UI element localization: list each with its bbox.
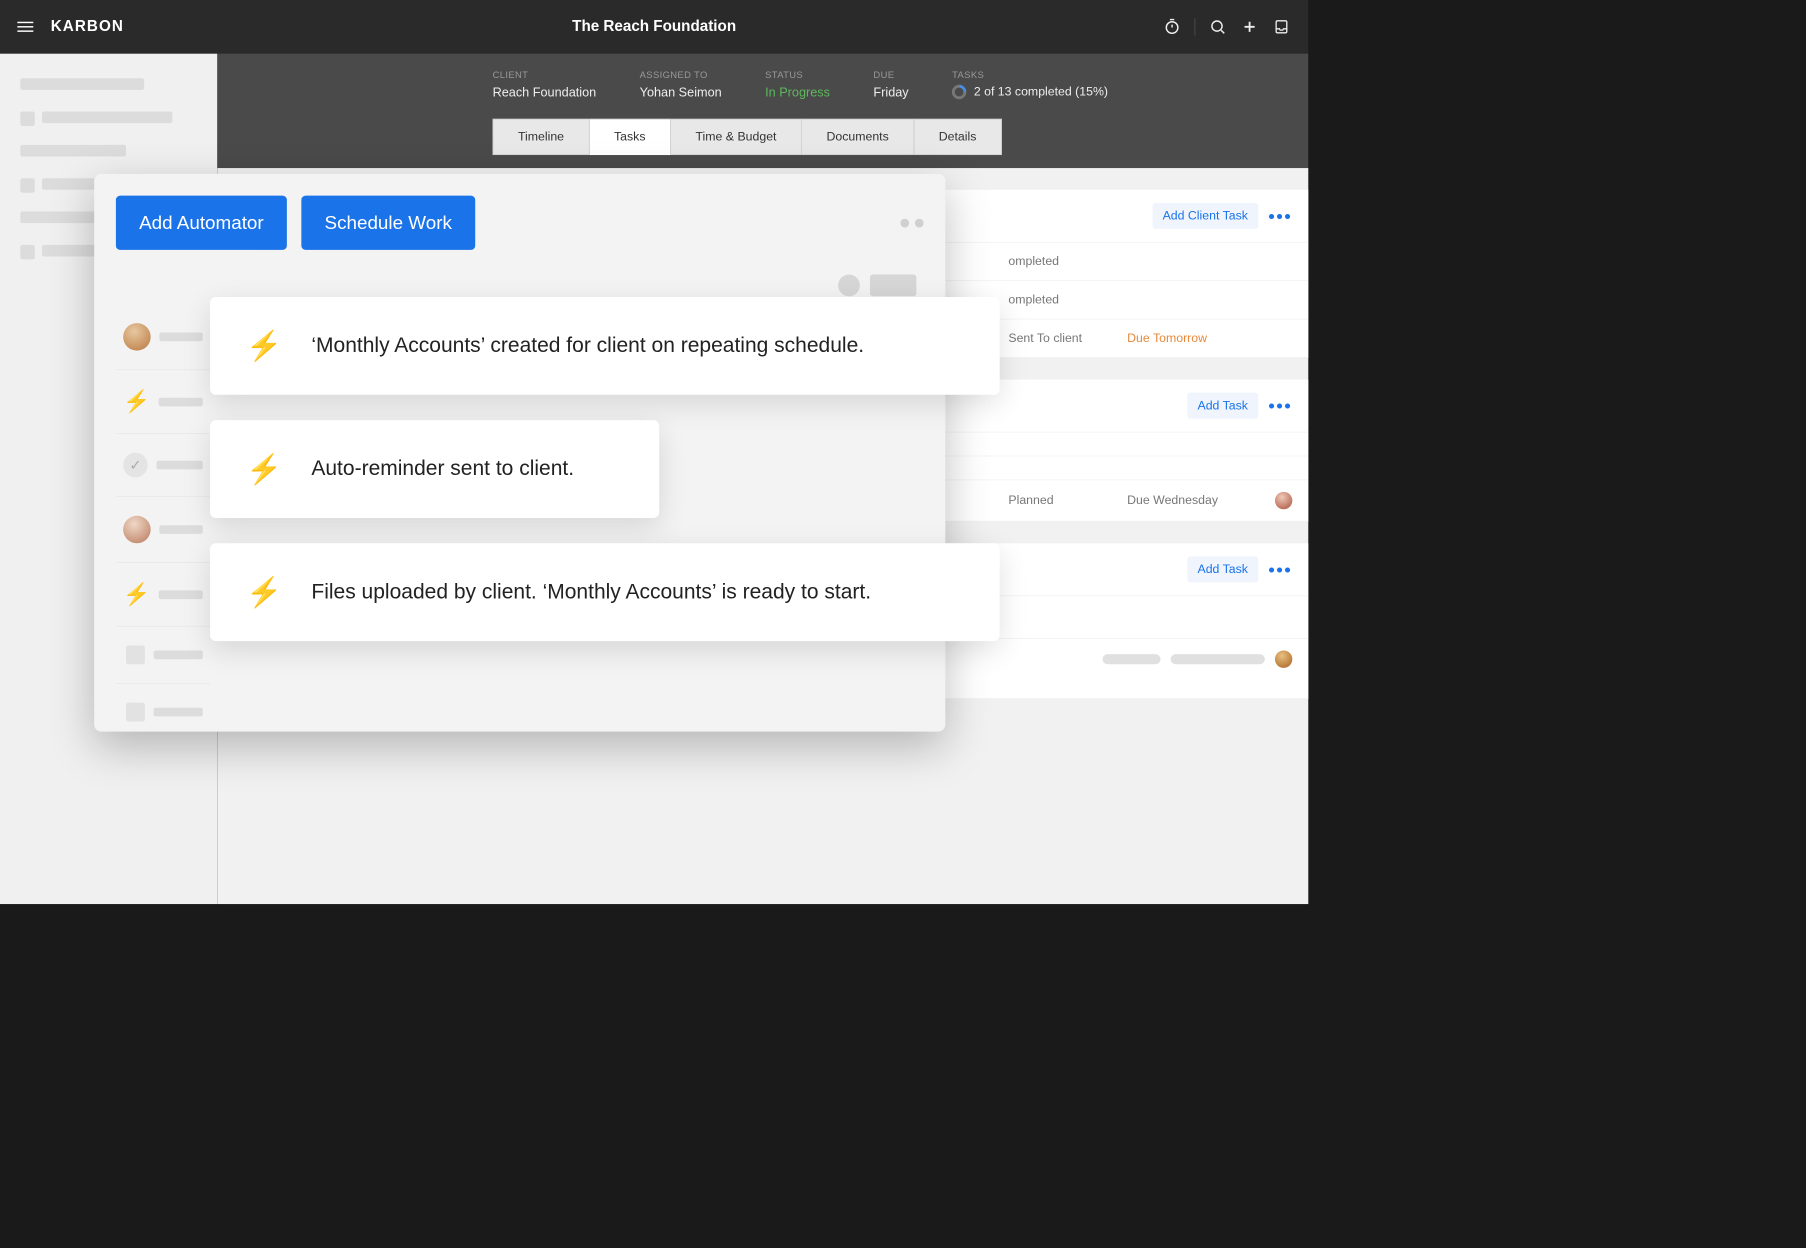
check-icon: ✓ — [123, 453, 148, 478]
notification-card: ⚡ ‘Monthly Accounts’ created for client … — [210, 297, 1000, 395]
tray-icon[interactable] — [1272, 17, 1291, 36]
search-icon[interactable] — [1208, 17, 1227, 36]
stub — [1171, 654, 1265, 664]
task-status: Planned — [1008, 493, 1117, 507]
meta-tasks-value: 2 of 13 completed (15%) — [974, 85, 1108, 99]
tabs: Timeline Tasks Time & Budget Documents D… — [493, 119, 1309, 155]
add-client-task-button[interactable]: Add Client Task — [1152, 203, 1258, 229]
meta-assigned-value[interactable]: Yohan Seimon — [640, 85, 722, 100]
avatar[interactable] — [1275, 492, 1292, 509]
bolt-icon: ⚡ — [246, 329, 282, 363]
logo: KARBON — [51, 18, 124, 35]
task-status: ompleted — [1008, 254, 1117, 268]
meta-due-label: DUE — [873, 70, 908, 81]
tab-documents[interactable]: Documents — [802, 119, 914, 155]
notification-card: ⚡ Auto-reminder sent to client. — [210, 420, 659, 518]
task-due: Due Tomorrow — [1127, 331, 1265, 345]
bolt-icon: ⚡ — [246, 575, 282, 609]
bolt-icon: ⚡ — [123, 389, 150, 414]
more-icon[interactable]: ••• — [1268, 567, 1292, 571]
timer-icon[interactable] — [1163, 17, 1182, 36]
more-icon[interactable]: ••• — [1268, 214, 1292, 218]
add-task-button[interactable]: Add Task — [1187, 556, 1258, 582]
avatar — [123, 323, 151, 351]
avatar — [123, 516, 151, 544]
stub — [870, 275, 916, 297]
tab-timeline[interactable]: Timeline — [493, 119, 590, 155]
meta-status-label: STATUS — [765, 70, 830, 81]
meta-assigned-label: ASSIGNED TO — [640, 70, 722, 81]
task-status: Sent To client — [1008, 331, 1117, 345]
card-text: Files uploaded by client. ‘Monthly Accou… — [311, 580, 871, 604]
task-status: ompleted — [1008, 293, 1117, 307]
stub — [126, 645, 145, 664]
overlay-panel: Add Automator Schedule Work ⚡ ✓ ⚡ ⚡ ‘Mon… — [94, 174, 945, 732]
task-due: Due Wednesday — [1127, 493, 1265, 507]
stub — [126, 703, 145, 722]
add-automator-button[interactable]: Add Automator — [116, 196, 287, 250]
stub — [838, 275, 860, 297]
avatar[interactable] — [1275, 651, 1292, 668]
stub — [1103, 654, 1161, 664]
card-text: ‘Monthly Accounts’ created for client on… — [311, 334, 864, 358]
schedule-work-button[interactable]: Schedule Work — [301, 196, 475, 250]
add-task-button[interactable]: Add Task — [1187, 393, 1258, 419]
meta-tasks-label: TASKS — [952, 70, 1108, 81]
meta-client-value[interactable]: Reach Foundation — [493, 85, 597, 100]
more-icon[interactable]: ••• — [1268, 403, 1292, 407]
bolt-icon: ⚡ — [123, 582, 150, 607]
meta-client-label: CLIENT — [493, 70, 597, 81]
separator — [1195, 18, 1196, 35]
top-bar: KARBON The Reach Foundation — [0, 0, 1308, 54]
meta-status-value[interactable]: In Progress — [765, 85, 830, 100]
feed-strip: ⚡ ✓ ⚡ — [116, 304, 210, 740]
plus-icon[interactable] — [1240, 17, 1259, 36]
menu-icon[interactable] — [17, 22, 33, 32]
progress-donut-icon — [949, 82, 969, 102]
notification-card: ⚡ Files uploaded by client. ‘Monthly Acc… — [210, 543, 1000, 641]
card-text: Auto-reminder sent to client. — [311, 457, 574, 481]
bolt-icon: ⚡ — [246, 452, 282, 486]
tab-details[interactable]: Details — [914, 119, 1002, 155]
page-title: The Reach Foundation — [572, 18, 736, 35]
window-controls — [900, 218, 923, 227]
tab-time-budget[interactable]: Time & Budget — [671, 119, 802, 155]
tab-tasks[interactable]: Tasks — [589, 119, 670, 155]
meta-due-value[interactable]: Friday — [873, 85, 908, 100]
